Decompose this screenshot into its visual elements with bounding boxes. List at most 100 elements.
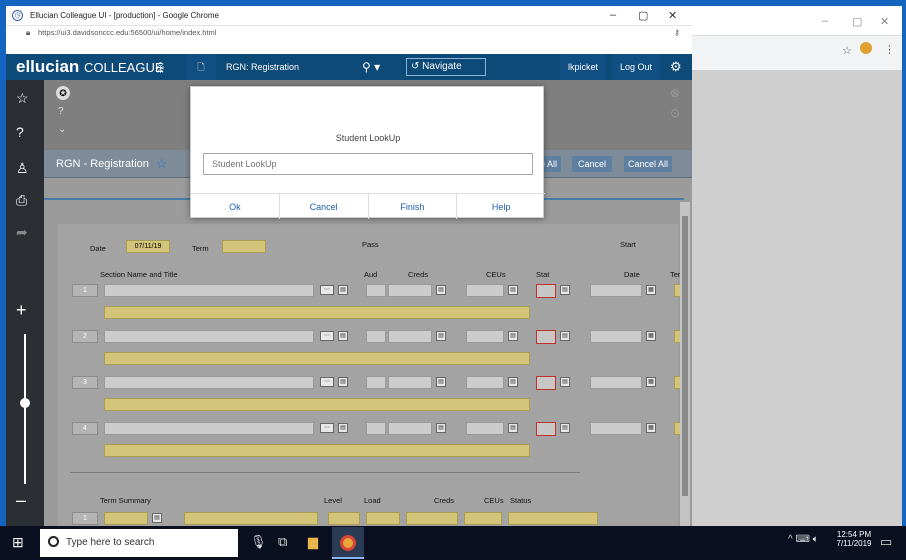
term-field[interactable] xyxy=(222,240,266,253)
clock[interactable]: 12:54 PM 7/11/2019 xyxy=(834,530,874,548)
microphone-icon[interactable]: 🎙︎ xyxy=(250,534,267,550)
scrollbar-thumb[interactable] xyxy=(682,216,688,496)
close-form-icon[interactable]: ⊗ xyxy=(670,86,680,100)
info-icon[interactable]: ⊙ xyxy=(670,106,680,120)
stat-field[interactable] xyxy=(536,330,556,344)
aud-field[interactable] xyxy=(366,422,386,435)
calendar-icon[interactable]: ▦ xyxy=(646,331,656,341)
level-field[interactable] xyxy=(328,512,360,525)
profile-avatar[interactable] xyxy=(860,42,872,54)
creds-field[interactable] xyxy=(388,284,432,297)
stat-field[interactable] xyxy=(536,422,556,436)
calendar-icon[interactable]: ▦ xyxy=(646,285,656,295)
summary-desc-field[interactable] xyxy=(184,512,318,525)
taskbar-search[interactable]: Type here to search xyxy=(40,529,238,557)
detail-icon[interactable]: ▤ xyxy=(560,423,570,433)
person-icon[interactable]: ♙ xyxy=(16,160,29,177)
minimize-icon[interactable]: – xyxy=(822,15,828,27)
zoom-slider-handle[interactable] xyxy=(20,398,30,408)
section-title-field[interactable] xyxy=(104,444,530,457)
ok-button[interactable]: Ok xyxy=(191,194,280,219)
lookup-icon[interactable]: ⋯ xyxy=(320,285,334,295)
aud-field[interactable] xyxy=(366,330,386,343)
detail-icon[interactable]: ▤ xyxy=(560,285,570,295)
start-date-field[interactable] xyxy=(590,422,642,435)
minimize-icon[interactable]: – xyxy=(610,9,616,21)
key-icon[interactable]: ⚷ xyxy=(674,28,680,37)
calendar-icon[interactable]: ▦ xyxy=(646,377,656,387)
chevron-down-icon[interactable]: ⌄ xyxy=(58,124,66,135)
aud-field[interactable] xyxy=(366,284,386,297)
menu-icon[interactable]: ⋮ xyxy=(884,43,895,56)
detail-icon[interactable]: ▤ xyxy=(338,331,348,341)
lookup-icon[interactable]: ⋯ xyxy=(320,377,334,387)
start-date-field[interactable] xyxy=(590,330,642,343)
detail-icon[interactable]: ▤ xyxy=(560,331,570,341)
ceus-field[interactable] xyxy=(466,284,504,297)
student-lookup-input[interactable] xyxy=(203,153,533,175)
help-icon[interactable]: ? xyxy=(16,124,24,140)
detail-icon[interactable]: ▤ xyxy=(436,285,446,295)
detail-icon[interactable]: ▤ xyxy=(152,513,162,523)
favorite-star-icon[interactable]: ☆ xyxy=(156,156,168,172)
ceus-field[interactable] xyxy=(466,376,504,389)
detail-icon[interactable]: ▤ xyxy=(508,285,518,295)
star-icon[interactable]: ☆ xyxy=(842,44,852,57)
url-text[interactable]: https://ui3.davidsonccc.edu:56500/ui/hom… xyxy=(38,28,216,37)
section-name-field[interactable] xyxy=(104,330,314,343)
detail-icon[interactable]: ▤ xyxy=(338,285,348,295)
section-name-field[interactable] xyxy=(104,284,314,297)
detail-icon[interactable]: ▤ xyxy=(338,423,348,433)
notifications-icon[interactable]: ▭ xyxy=(880,534,892,550)
date-field[interactable]: 07/11/19 xyxy=(126,240,170,253)
logout-button[interactable]: Log Out xyxy=(612,54,661,80)
creds-field[interactable] xyxy=(388,422,432,435)
cancel-all-button[interactable]: Cancel All xyxy=(624,156,673,172)
stat-field[interactable] xyxy=(536,376,556,390)
file-explorer-icon[interactable]: ▆ xyxy=(308,534,318,550)
aud-field[interactable] xyxy=(366,376,386,389)
detail-icon[interactable]: ▤ xyxy=(508,377,518,387)
close-icon[interactable]: ✕ xyxy=(668,9,677,22)
lookup-icon[interactable]: ⋯ xyxy=(320,331,334,341)
chrome-taskbar-button[interactable] xyxy=(332,527,364,559)
section-title-field[interactable] xyxy=(104,352,530,365)
scrollbar[interactable] xyxy=(680,202,690,526)
section-title-field[interactable] xyxy=(104,398,530,411)
start-date-field[interactable] xyxy=(590,284,642,297)
cancel-dialog-button[interactable]: Cancel xyxy=(280,194,369,219)
settings-icon[interactable]: ⚙ xyxy=(670,59,682,75)
start-date-field[interactable] xyxy=(590,376,642,389)
load-field[interactable] xyxy=(366,512,400,525)
document-icon[interactable]: 🗋 xyxy=(186,54,216,80)
detail-icon[interactable]: ▤ xyxy=(436,331,446,341)
favorites-icon[interactable]: ☆ xyxy=(16,90,29,107)
ceus-field[interactable] xyxy=(466,422,504,435)
ceus-field[interactable] xyxy=(466,330,504,343)
summary-creds-field[interactable] xyxy=(406,512,458,525)
stat-field[interactable] xyxy=(536,284,556,298)
detail-icon[interactable]: ▤ xyxy=(436,423,446,433)
windows-start-icon[interactable]: ⊞ xyxy=(12,534,24,551)
pin-icon[interactable]: ✪ xyxy=(56,86,70,100)
creds-field[interactable] xyxy=(388,376,432,389)
system-tray-icons[interactable]: ^ ⌨ 🔈︎ xyxy=(788,534,819,545)
address-bar[interactable]: 🔒︎ https://ui3.davidsonccc.edu:56500/ui/… xyxy=(6,26,692,40)
zoom-slider-track[interactable] xyxy=(24,334,26,484)
task-view-icon[interactable]: ⧉ xyxy=(278,534,287,550)
search-icon[interactable]: ⚲ ▾ xyxy=(362,60,380,74)
detail-icon[interactable]: ▤ xyxy=(436,377,446,387)
summary-ceus-field[interactable] xyxy=(464,512,502,525)
detail-icon[interactable]: ▤ xyxy=(338,377,348,387)
status-field[interactable] xyxy=(508,512,598,525)
help-small-icon[interactable]: ? xyxy=(58,106,64,117)
lookup-icon[interactable]: ⋯ xyxy=(320,423,334,433)
calendar-icon[interactable]: ▦ xyxy=(646,423,656,433)
help-button[interactable]: Help xyxy=(457,194,545,219)
user-name[interactable]: lkpicket xyxy=(560,54,607,80)
maximize-icon[interactable]: ▢ xyxy=(638,9,648,22)
user-icon[interactable]: ꆜ xyxy=(156,60,165,76)
detail-icon[interactable]: ▤ xyxy=(508,423,518,433)
print-icon[interactable]: ⎙ xyxy=(16,192,27,209)
current-form-label[interactable]: RGN: Registration xyxy=(218,54,348,80)
